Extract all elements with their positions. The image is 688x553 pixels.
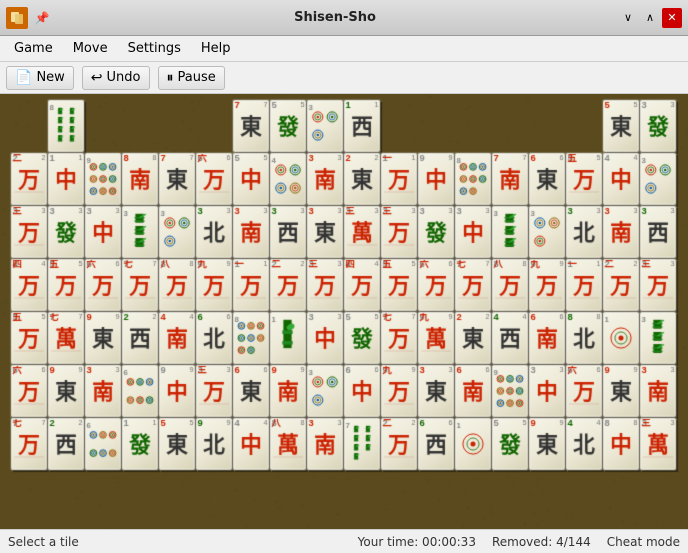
titlebar-icons: 📌 bbox=[6, 7, 52, 29]
removed-display: Removed: 4/144 bbox=[492, 535, 591, 549]
undo-button[interactable]: ↩ Undo bbox=[82, 66, 150, 90]
new-icon: 📄 bbox=[15, 70, 32, 86]
pause-button[interactable]: ⏸ Pause bbox=[158, 66, 225, 90]
menu-game[interactable]: Game bbox=[4, 39, 63, 58]
menubar: Game Move Settings Help bbox=[0, 36, 688, 62]
window-title: Shisen-Sho bbox=[52, 10, 618, 25]
undo-icon: ↩ bbox=[91, 70, 103, 86]
maximize-button[interactable]: ∧ bbox=[640, 8, 660, 28]
status-right: Your time: 00:00:33 Removed: 4/144 Cheat… bbox=[358, 535, 680, 549]
titlebar: 📌 Shisen-Sho ∨ ∧ ✕ bbox=[0, 0, 688, 36]
app-icon bbox=[6, 7, 28, 29]
board-canvas bbox=[0, 94, 688, 529]
menu-help[interactable]: Help bbox=[191, 39, 241, 58]
minimize-button[interactable]: ∨ bbox=[618, 8, 638, 28]
close-button[interactable]: ✕ bbox=[662, 8, 682, 28]
new-label: New bbox=[36, 70, 64, 85]
menu-move[interactable]: Move bbox=[63, 39, 118, 58]
titlebar-controls: ∨ ∧ ✕ bbox=[618, 8, 682, 28]
time-display: Your time: 00:00:33 bbox=[358, 535, 476, 549]
pause-label: Pause bbox=[178, 70, 216, 85]
pin-icon: 📌 bbox=[32, 8, 52, 28]
toolbar: 📄 New ↩ Undo ⏸ Pause bbox=[0, 62, 688, 94]
statusbar: Select a tile Your time: 00:00:33 Remove… bbox=[0, 529, 688, 553]
menu-settings[interactable]: Settings bbox=[118, 39, 191, 58]
pause-icon: ⏸ bbox=[167, 70, 174, 86]
new-button[interactable]: 📄 New bbox=[6, 66, 74, 90]
status-message: Select a tile bbox=[8, 535, 358, 549]
undo-label: Undo bbox=[107, 70, 141, 85]
cheat-mode-label: Cheat mode bbox=[607, 535, 680, 549]
game-area bbox=[0, 94, 688, 529]
